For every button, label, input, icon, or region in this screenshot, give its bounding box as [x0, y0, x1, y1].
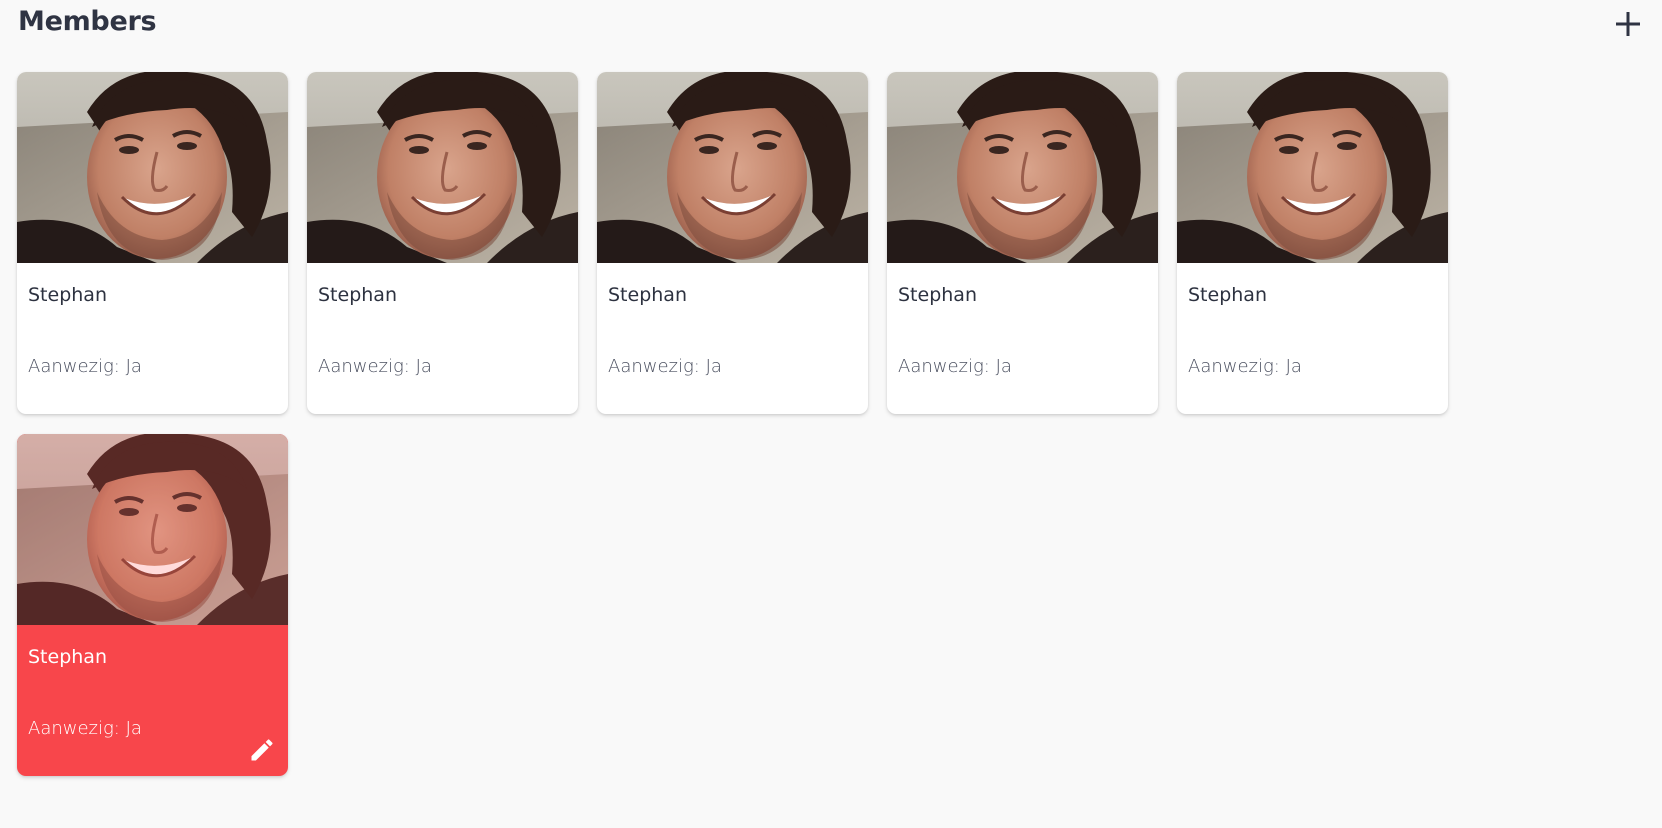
member-presence: Aanwezig: Ja — [28, 356, 142, 377]
member-card[interactable]: Stephan Aanwezig: Ja — [307, 72, 578, 414]
member-photo — [1177, 72, 1448, 263]
plus-icon — [1616, 12, 1640, 36]
member-name: Stephan — [318, 284, 397, 306]
member-card[interactable]: Stephan Aanwezig: Ja — [17, 72, 288, 414]
member-name: Stephan — [28, 646, 107, 668]
pencil-icon — [251, 739, 273, 761]
member-photo — [17, 434, 288, 625]
member-card[interactable]: Stephan Aanwezig: Ja — [17, 434, 288, 776]
member-photo — [597, 72, 868, 263]
member-presence: Aanwezig: Ja — [28, 718, 142, 739]
member-photo — [307, 72, 578, 263]
member-name: Stephan — [898, 284, 977, 306]
member-card[interactable]: Stephan Aanwezig: Ja — [1177, 72, 1448, 414]
member-card[interactable]: Stephan Aanwezig: Ja — [887, 72, 1158, 414]
member-presence: Aanwezig: Ja — [1188, 356, 1302, 377]
add-member-button[interactable] — [1614, 10, 1642, 38]
member-name: Stephan — [28, 284, 107, 306]
member-photo — [17, 72, 288, 263]
page-title: Members — [18, 6, 157, 37]
member-presence: Aanwezig: Ja — [318, 356, 432, 377]
edit-member-button[interactable] — [248, 736, 276, 764]
member-photo — [887, 72, 1158, 263]
member-card[interactable]: Stephan Aanwezig: Ja — [597, 72, 868, 414]
member-presence: Aanwezig: Ja — [608, 356, 722, 377]
member-name: Stephan — [1188, 284, 1267, 306]
member-name: Stephan — [608, 284, 687, 306]
member-presence: Aanwezig: Ja — [898, 356, 1012, 377]
